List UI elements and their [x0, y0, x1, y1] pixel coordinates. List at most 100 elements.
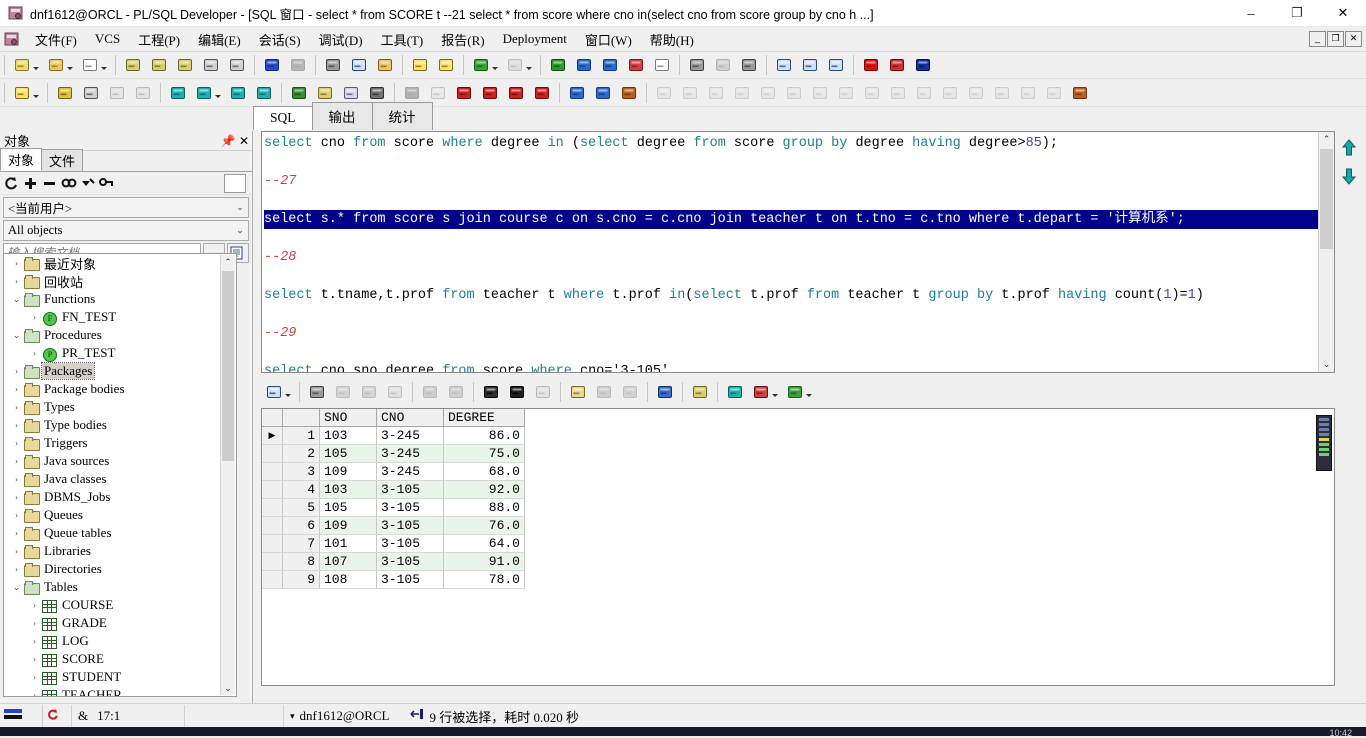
copy-to-clipboard-button[interactable] — [566, 380, 590, 404]
search-grid-button[interactable] — [505, 380, 529, 404]
cell-degree[interactable]: 78.0 — [443, 570, 525, 589]
save-button[interactable] — [121, 53, 145, 77]
cell-degree[interactable]: 88.0 — [443, 498, 525, 517]
scrollbar-thumb[interactable] — [222, 271, 234, 461]
outdent-button[interactable] — [598, 53, 622, 77]
menu-tools[interactable]: 工具(T) — [372, 28, 433, 51]
step-into-button[interactable] — [530, 81, 554, 105]
cell-cno[interactable]: 3-245 — [376, 426, 444, 445]
chevron-right-icon[interactable]: › — [10, 528, 23, 538]
menu-debug[interactable]: 调试(D) — [310, 28, 372, 51]
chevron-right-icon[interactable]: › — [28, 600, 41, 610]
pin-icon[interactable]: 📌 — [220, 133, 236, 149]
object-browser-toggle-button[interactable] — [224, 173, 246, 193]
list-windows-button[interactable] — [798, 53, 822, 77]
paste-button[interactable] — [373, 53, 397, 77]
filter-icon[interactable] — [79, 175, 96, 192]
query-data-button[interactable] — [723, 380, 747, 404]
tree-item-fn-test[interactable]: › F FN_TEST — [4, 308, 221, 326]
object-filter-select[interactable]: All objects ⌄ — [3, 220, 249, 241]
tree-item-java-classes[interactable]: › Java classes — [4, 470, 221, 488]
sql-editor[interactable]: select cno from score where degree in (s… — [261, 131, 1335, 373]
sql-code[interactable]: select cno from score where degree in (s… — [264, 134, 1318, 372]
find-object-icon[interactable] — [60, 175, 77, 192]
code-line[interactable]: select cno,sno,degree from score where c… — [264, 362, 1318, 372]
new-button[interactable] — [10, 53, 42, 77]
mdi-restore-button[interactable]: ❐ — [1327, 31, 1344, 47]
scrollbar-thumb[interactable] — [1320, 149, 1333, 249]
record-macro-button[interactable] — [685, 53, 709, 77]
indent-button[interactable] — [572, 53, 596, 77]
tab-output[interactable]: 输出 — [311, 102, 373, 130]
chevron-right-icon[interactable]: › — [10, 384, 23, 394]
menu-file[interactable]: 文件(F) — [26, 28, 86, 51]
code-line[interactable]: select cno from score where degree in (s… — [264, 134, 1318, 153]
chevron-right-icon[interactable]: › — [10, 510, 23, 520]
undo-button[interactable] — [260, 53, 284, 77]
tree-item-types[interactable]: › Types — [4, 398, 221, 416]
menu-project[interactable]: 工程(P) — [129, 28, 189, 51]
cell-cno[interactable]: 3-245 — [376, 444, 444, 463]
mdi-close-button[interactable]: ✕ — [1345, 31, 1362, 47]
new-session-button[interactable] — [166, 81, 190, 105]
code-line[interactable]: select t.tname,t.prof from teacher t whe… — [264, 286, 1318, 305]
cell-sno[interactable]: 101 — [319, 534, 377, 553]
cell-cno[interactable]: 3-105 — [376, 552, 444, 571]
refresh-icon[interactable] — [3, 175, 20, 192]
find-button[interactable] — [408, 53, 432, 77]
user-select[interactable]: <当前用户> ⌄ — [3, 197, 249, 218]
cell-degree[interactable]: 92.0 — [443, 480, 525, 499]
object-tree-scrollbar[interactable]: ⌃ ⌄ — [220, 255, 235, 695]
run-to-breakpoint-button[interactable] — [478, 81, 502, 105]
cell-degree[interactable]: 76.0 — [443, 516, 525, 535]
close-icon[interactable]: ✕ — [236, 133, 252, 149]
results-table[interactable]: SNO CNO DEGREE ▶ 1 103 3-245 86.0 2 105 3-245 75.0 3… — [262, 409, 525, 589]
cell-sno[interactable]: 108 — [319, 570, 377, 589]
deploy-config-button[interactable] — [1068, 81, 1092, 105]
tree-item-package-bodies[interactable]: › Package bodies — [4, 380, 221, 398]
cell-degree[interactable]: 86.0 — [443, 426, 525, 445]
menu-window[interactable]: 窗口(W) — [576, 28, 641, 51]
chevron-down-icon[interactable]: ⌄ — [10, 330, 23, 341]
tree-item-score[interactable]: › SCORE — [4, 650, 221, 668]
grid-view-button[interactable] — [783, 380, 815, 404]
explain-plan-button[interactable] — [653, 380, 677, 404]
chevron-right-icon[interactable]: › — [28, 618, 41, 628]
play-macro-button[interactable] — [737, 53, 761, 77]
step-over-button[interactable] — [504, 81, 528, 105]
cell-cno[interactable]: 3-105 — [376, 516, 444, 535]
cell-sno[interactable]: 105 — [319, 498, 377, 517]
menu-help[interactable]: 帮助(H) — [641, 28, 703, 51]
scroll-down-icon[interactable]: ⌄ — [1319, 357, 1334, 372]
cell-sno[interactable]: 107 — [319, 552, 377, 571]
find-next-button[interactable] — [434, 53, 458, 77]
code-line[interactable] — [264, 305, 1318, 324]
cut-button[interactable] — [321, 53, 345, 77]
tree-item-log[interactable]: › LOG — [4, 632, 221, 650]
menu-session[interactable]: 会话(S) — [250, 28, 310, 51]
chevron-down-icon[interactable]: ⌄ — [10, 582, 23, 593]
code-line[interactable] — [264, 153, 1318, 172]
tree-item-student[interactable]: › STUDENT — [4, 668, 221, 686]
table-row[interactable]: 2 105 3-245 75.0 — [262, 444, 525, 463]
tree-item-dbms-jobs[interactable]: › DBMS_Jobs — [4, 488, 221, 506]
table-row[interactable]: 3 109 3-245 68.0 — [262, 462, 525, 481]
chart-button[interactable] — [749, 380, 781, 404]
column-header-sno[interactable]: SNO — [319, 409, 377, 427]
cell-cno[interactable]: 3-105 — [376, 570, 444, 589]
chevron-right-icon[interactable]: › — [10, 456, 23, 466]
cell-sno[interactable]: 109 — [319, 462, 377, 481]
chevron-down-icon[interactable]: ⌄ — [10, 294, 23, 305]
tree-item-type-bodies[interactable]: › Type bodies — [4, 416, 221, 434]
save-all-button[interactable] — [173, 53, 197, 77]
cell-degree[interactable]: 75.0 — [443, 444, 525, 463]
cell-degree[interactable]: 64.0 — [443, 534, 525, 553]
tree-item--[interactable]: › 最近对象 — [4, 254, 221, 272]
expand-all-icon[interactable] — [22, 175, 39, 192]
execute-script-button[interactable] — [469, 53, 501, 77]
tab-sql[interactable]: SQL — [253, 106, 313, 130]
tab-files[interactable]: 文件 — [41, 149, 84, 171]
tab-statistics[interactable]: 统计 — [371, 102, 433, 130]
tree-item-directories[interactable]: › Directories — [4, 560, 221, 578]
table-row[interactable]: 5 105 3-105 88.0 — [262, 498, 525, 517]
